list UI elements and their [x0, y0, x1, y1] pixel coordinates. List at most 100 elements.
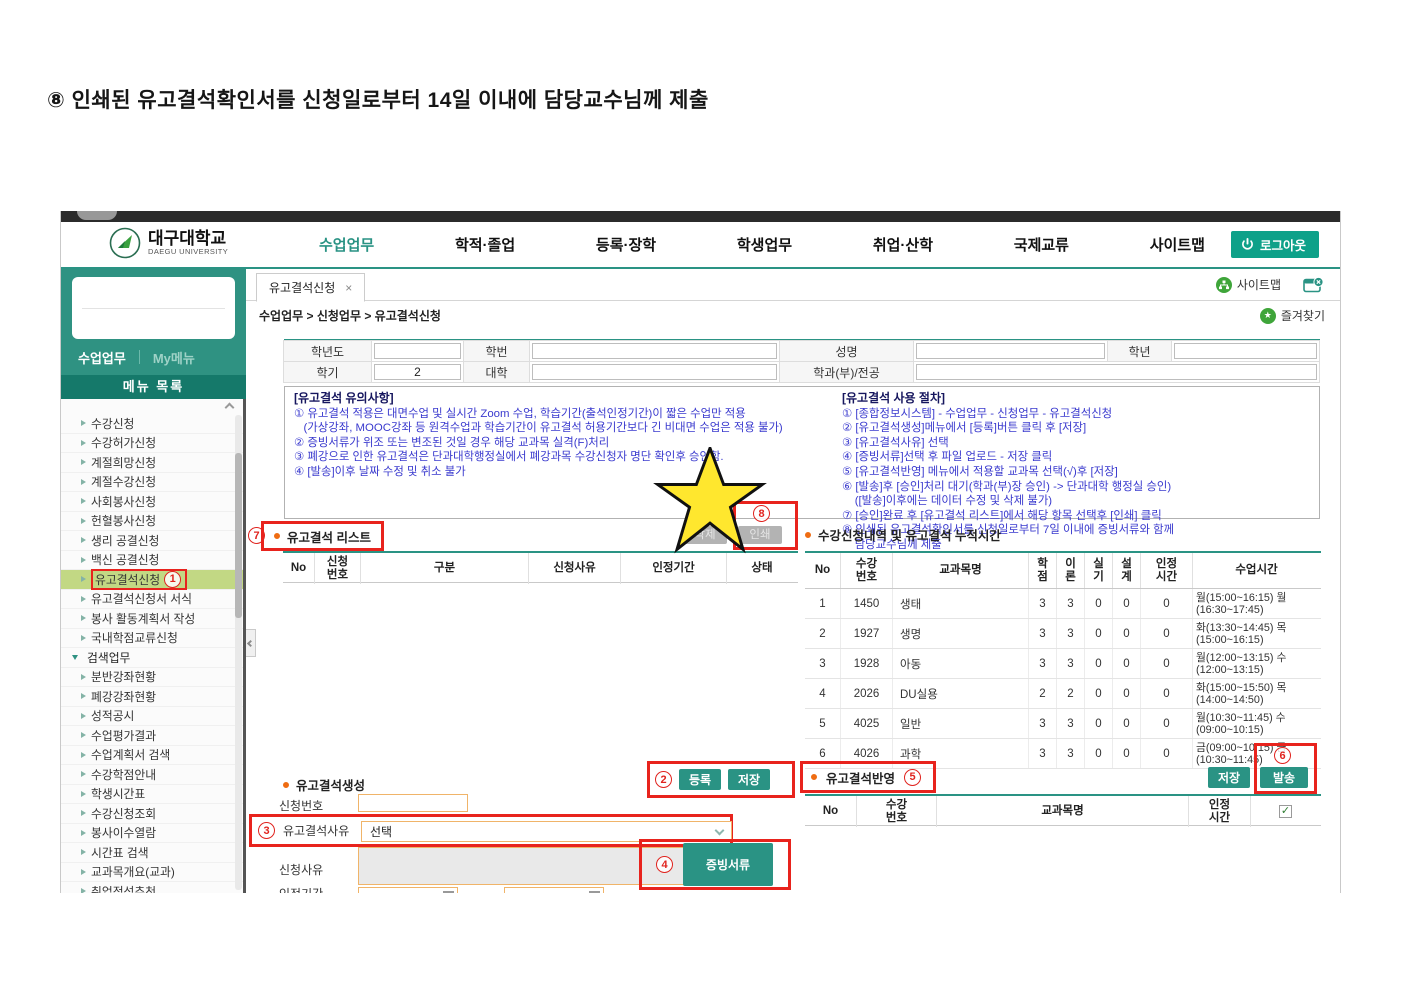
sidebar-item-label: 학생시간표 [91, 785, 145, 802]
course-code: 1928 [841, 649, 893, 678]
sidebar-item-17[interactable]: 수업계획서 검색 [61, 746, 243, 766]
close-window-icon[interactable] [1303, 277, 1324, 293]
evidence-button[interactable]: 증빙서류 [683, 843, 773, 886]
sidebar-item-2[interactable]: 계절희망신청 [61, 453, 243, 473]
sidebar-item-20[interactable]: 수강신청조회 [61, 804, 243, 824]
delete-button[interactable]: 삭제 [683, 526, 727, 544]
arrow-right-icon [81, 635, 86, 641]
apply-table-empty-body [805, 826, 1321, 893]
course-design: 0 [1113, 619, 1141, 648]
annotation-8: 8 [753, 505, 770, 522]
create-save-button[interactable]: 저장 [728, 769, 770, 790]
course-theory: 3 [1057, 709, 1085, 738]
period-end-input[interactable] [504, 887, 604, 893]
print-button[interactable]: 인쇄 [738, 526, 782, 544]
menu-scrollbar[interactable] [235, 415, 242, 890]
semester-input[interactable]: 2 [374, 364, 461, 380]
sidebar-item-22[interactable]: 시간표 검색 [61, 843, 243, 863]
arrow-right-icon [81, 810, 86, 816]
section-bullet-icon [811, 774, 817, 780]
sidebar-item-21[interactable]: 봉사이수열람 [61, 824, 243, 844]
sidebar-item-label: 국내학점교류신청 [91, 629, 178, 646]
course-col-4: 이 론 [1057, 553, 1085, 588]
sidebar-item-9[interactable]: 유고결석신청서 서식 [61, 590, 243, 610]
sidebar-item-label: 수업평가결과 [91, 727, 156, 744]
sidebar-item-18[interactable]: 수강학점안내 [61, 765, 243, 785]
sidebar-item-24[interactable]: 취업적성추천 [61, 882, 243, 893]
sidebar-item-7[interactable]: 백신 공결신청 [61, 551, 243, 571]
courses-section-title: 수강신청내역 및 유고결석 누적시간 [818, 525, 1001, 544]
courses-table-body: 11450생태33000월(15:00~16:15) 월(16:30~17:45… [805, 589, 1321, 769]
sidebar-tab-divider [139, 350, 140, 364]
select-all-checkbox[interactable]: ✓ [1279, 805, 1292, 818]
annotation-2-box: 2 등록 저장 [647, 761, 795, 798]
sidebar-item-11[interactable]: 국내학점교류신청 [61, 629, 243, 649]
course-col-6: 설 계 [1113, 553, 1141, 588]
major-input[interactable] [916, 364, 1317, 380]
student-info-form: 학년도 학번 성명 학년 학기 2 대학 학과(부)/전공 [284, 339, 1320, 383]
window-body: 수업업무 My메뉴 메뉴 목록 수강신청수강허가신청계절희망신청계절수강신청사회… [61, 267, 1340, 893]
sidebar-item-3[interactable]: 계절수강신청 [61, 473, 243, 493]
course-recognized-hours: 0 [1141, 709, 1193, 738]
sidebar-item-label: 사회봉사신청 [91, 493, 156, 510]
sidebar-item-19[interactable]: 학생시간표 [61, 785, 243, 805]
college-input[interactable] [532, 364, 777, 380]
student-no-input[interactable] [532, 343, 777, 359]
application-no-input[interactable] [358, 794, 468, 812]
nav-item-2[interactable]: 등록·장학 [596, 234, 656, 255]
course-credit: 3 [1029, 589, 1057, 618]
tab-bar: 유고결석신청 × 사이트맵 [246, 269, 1340, 301]
sitemap-link[interactable]: 사이트맵 [1216, 276, 1281, 293]
apply-col-check: ✓ [1251, 796, 1320, 827]
nav-item-3[interactable]: 학생업무 [737, 234, 792, 255]
menu-scrollbar-thumb[interactable] [235, 453, 242, 618]
tab-absence-application[interactable]: 유고결석신청 × [256, 273, 365, 302]
grade-label: 학년 [1107, 340, 1172, 362]
sidebar-item-0[interactable]: 수강신청 [61, 414, 243, 434]
notice-line-1: ② [유고결석생성]메뉴에서 [등록]버튼 클릭 후 [저장] [842, 421, 1313, 436]
sidebar-item-23[interactable]: 교과목개요(교과) [61, 863, 243, 883]
sidebar-item-4[interactable]: 사회봉사신청 [61, 492, 243, 512]
sidebar-item-16[interactable]: 수업평가결과 [61, 726, 243, 746]
annotation-1-box: 유고결석신청1 [91, 569, 187, 590]
list-col-3: 신청사유 [529, 553, 621, 584]
grade-input[interactable] [1174, 343, 1317, 359]
course-practice: 0 [1085, 619, 1113, 648]
calendar-icon [589, 891, 600, 894]
register-button[interactable]: 등록 [679, 769, 721, 790]
nav-item-1[interactable]: 학적·졸업 [455, 234, 515, 255]
sidebar-tab-work[interactable]: 수업업무 [78, 348, 126, 367]
period-separator: ~ [475, 888, 482, 893]
nav-item-4[interactable]: 취업·산학 [873, 234, 933, 255]
nav-item-6[interactable]: 사이트맵 [1150, 234, 1205, 255]
favorite-link[interactable]: ★ 즐겨찾기 [1260, 307, 1325, 324]
sidebar-item-14[interactable]: 폐강강좌현황 [61, 687, 243, 707]
sidebar-item-6[interactable]: 생리 공결신청 [61, 531, 243, 551]
sidebar-item-1[interactable]: 수강허가신청 [61, 434, 243, 454]
power-icon [1241, 238, 1254, 251]
send-button[interactable]: 발송 [1260, 767, 1308, 788]
sidebar-item-8[interactable]: 유고결석신청1 [61, 570, 243, 590]
sidebar-item-15[interactable]: 성적공시 [61, 707, 243, 727]
course-credit: 3 [1029, 619, 1057, 648]
apply-save-button[interactable]: 저장 [1208, 767, 1250, 788]
sidebar-item-5[interactable]: 헌혈봉사신청 [61, 512, 243, 532]
list-col-0: No [283, 553, 315, 584]
sidebar-item-label: 교과목개요(교과) [91, 863, 175, 880]
tab-close-icon[interactable]: × [345, 281, 352, 295]
nav-item-0[interactable]: 수업업무 [319, 234, 374, 255]
sidebar-item-13[interactable]: 분반강좌현황 [61, 668, 243, 688]
year-input[interactable] [374, 343, 461, 359]
course-name: 생태 [893, 589, 1029, 618]
period-start-input[interactable] [358, 887, 458, 893]
notice-line-3: ③ 폐강으로 인한 유고결석은 단과대학행정실에서 폐강과목 수강신청자 명단 … [294, 450, 827, 465]
sidebar-item-10[interactable]: 봉사 활동계획서 작성 [61, 609, 243, 629]
sidebar-collapse-handle[interactable] [246, 629, 256, 657]
chevron-left-icon [247, 639, 254, 646]
annotation-4: 4 [656, 856, 673, 873]
name-input[interactable] [916, 343, 1105, 359]
sidebar-tab-mymenu[interactable]: My메뉴 [153, 348, 195, 367]
sidebar-item-12[interactable]: 검색업무 [61, 648, 243, 668]
logout-button[interactable]: 로그아웃 [1231, 231, 1319, 258]
nav-item-5[interactable]: 국제교류 [1014, 234, 1069, 255]
